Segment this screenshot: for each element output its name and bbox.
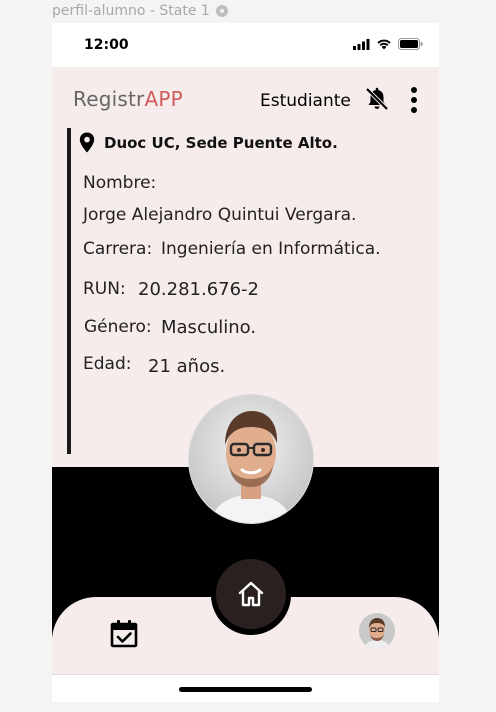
notifications-off-button[interactable] (364, 86, 390, 112)
status-icons (353, 38, 423, 50)
home-button[interactable] (216, 559, 286, 629)
student-portrait (189, 395, 313, 523)
more-vertical-icon (411, 87, 417, 113)
signal-icon (353, 38, 370, 50)
gender-value: Masculino. (161, 317, 257, 338)
name-value: Jorge Alejandro Quintui Vergara. (83, 205, 357, 225)
map-pin-icon (79, 132, 95, 153)
wifi-icon (377, 39, 391, 50)
user-role-label: Estudiante (260, 91, 351, 111)
career-label: Carrera: (83, 239, 153, 259)
run-value: 20.281.676-2 (138, 279, 260, 300)
more-options-button[interactable] (406, 86, 422, 114)
app-header: RegistrAPP Estudiante (52, 67, 439, 125)
campus-location: Duoc UC, Sede Puente Alto. (79, 132, 338, 153)
brand-accent-text: APP (144, 87, 183, 111)
component-state-icon (215, 5, 228, 17)
section-divider-bar (67, 128, 71, 454)
campus-location-text: Duoc UC, Sede Puente Alto. (104, 133, 338, 152)
profile-avatar-button[interactable] (359, 613, 395, 649)
home-indicator[interactable] (179, 687, 312, 692)
name-label: Nombre: (83, 173, 157, 193)
battery-icon (398, 38, 423, 50)
frame-label-text: perfil-alumno - State 1 (52, 3, 210, 19)
home-icon (238, 581, 264, 607)
frame-label: perfil-alumno - State 1 (52, 3, 228, 19)
profile-photo (189, 395, 313, 523)
career-value: Ingeniería en Informática. (161, 239, 381, 259)
calendar-check-icon (110, 620, 138, 648)
brand-primary-text: Registr (73, 87, 145, 111)
phone-screen: 12:00 RegistrAPP Estudiante Duoc UC, Sed… (52, 23, 439, 702)
gender-label: Género: (84, 317, 152, 337)
app-logo: RegistrAPP (73, 87, 183, 111)
avatar (359, 613, 395, 649)
status-time: 12:00 (84, 37, 129, 53)
age-label: Edad: (83, 354, 132, 374)
status-bar: 12:00 (52, 23, 439, 67)
age-value: 21 años. (148, 356, 226, 377)
calendar-button[interactable] (109, 619, 139, 649)
bell-off-icon (365, 87, 389, 111)
run-label: RUN: (83, 279, 126, 299)
